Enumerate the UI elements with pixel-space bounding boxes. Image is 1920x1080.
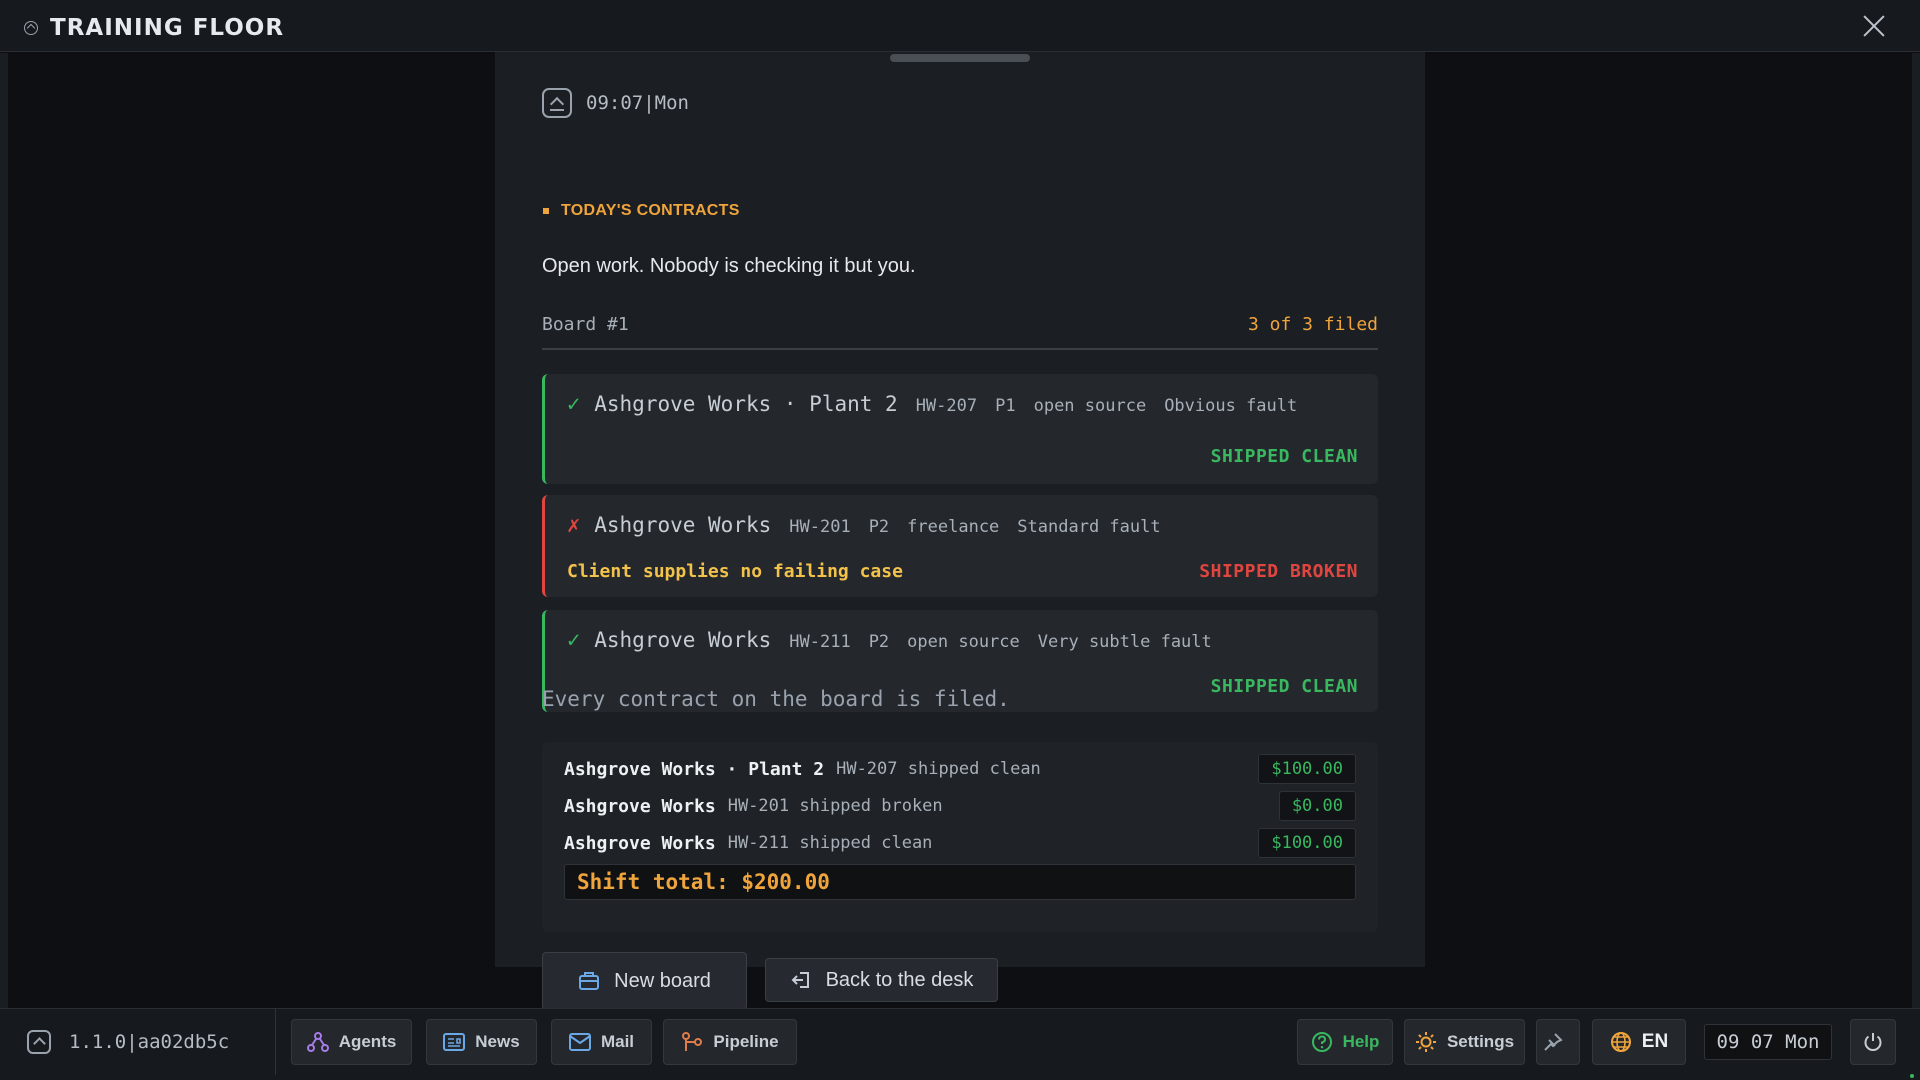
- power-icon: [1864, 1033, 1882, 1051]
- app-logo-icon: [24, 21, 38, 35]
- sun-settings-icon: [1415, 1032, 1436, 1052]
- cross-icon: ✗: [567, 513, 581, 538]
- ledger-desc: HW-201 shipped broken: [727, 796, 943, 816]
- contract-head: ✗ Ashgrove Works HW-201 P2 freelance Sta…: [567, 513, 1179, 538]
- version-label: 1.1.0|aa02db5c: [69, 1031, 230, 1053]
- section-tag: TODAY'S CONTRACTS: [543, 202, 740, 220]
- exit-arrow-icon: [791, 972, 809, 988]
- contract-priority: P2: [868, 632, 890, 652]
- contract-head: ✓ Ashgrove Works HW-211 P2 open source V…: [567, 628, 1230, 653]
- check-icon: ✓: [567, 392, 581, 417]
- shift-ledger: Ashgrove Works · Plant 2 HW-207 shipped …: [542, 742, 1378, 932]
- ledger-amount: $0.00: [1278, 791, 1356, 821]
- pipeline-label: Pipeline: [713, 1032, 779, 1051]
- contract-priority: P1: [995, 396, 1016, 416]
- check-icon: ✓: [567, 628, 581, 653]
- board-count: 3 of 3 filed: [1247, 314, 1378, 335]
- mail-icon: [568, 1033, 591, 1051]
- contract-kind: freelance: [907, 517, 1000, 537]
- globe-icon: [1610, 1032, 1631, 1052]
- agents-button[interactable]: Agents: [291, 1019, 412, 1065]
- board-header: Board #1 3 of 3 filed: [542, 310, 1378, 350]
- language-label: EN: [1641, 1031, 1669, 1052]
- ledger-desc: HW-207 shipped clean: [836, 759, 1041, 779]
- contract-note: Client supplies no failing case: [567, 561, 903, 582]
- contracts-panel: 09:07|Mon TODAY'S CONTRACTS Open work. N…: [495, 52, 1425, 967]
- help-button[interactable]: Help: [1297, 1019, 1393, 1065]
- app-logo-icon: [542, 88, 572, 118]
- contract-kind: open source: [907, 632, 1020, 652]
- contract-ticket: HW-207: [915, 396, 978, 416]
- panel-time: 09:07|Mon: [586, 92, 689, 114]
- contract-fault: Very subtle fault: [1037, 632, 1212, 652]
- app-logo-icon: [27, 1030, 51, 1054]
- new-board-label: New board: [614, 969, 711, 992]
- intro-text: Open work. Nobody is checking it but you…: [542, 255, 916, 277]
- contract-fault: Standard fault: [1017, 517, 1161, 537]
- ledger-row: Ashgrove Works HW-211 shipped clean $100…: [564, 828, 1356, 858]
- right-edge: [1912, 53, 1920, 1008]
- pipeline-button[interactable]: Pipeline: [663, 1019, 797, 1065]
- briefcase-icon: [579, 972, 600, 990]
- news-button[interactable]: News: [426, 1019, 537, 1065]
- title-bar: TRAINING FLOOR: [0, 0, 1920, 52]
- pin-button[interactable]: [1536, 1019, 1580, 1065]
- help-icon: [1311, 1032, 1332, 1052]
- mail-label: Mail: [600, 1032, 635, 1051]
- contract-client: Ashgrove Works · Plant 2: [594, 392, 898, 416]
- square-bullet-icon: [543, 208, 549, 214]
- left-edge: [0, 53, 8, 1008]
- pin-icon: [1544, 1033, 1563, 1051]
- ledger-amount: $100.00: [1258, 828, 1356, 858]
- mail-button[interactable]: Mail: [551, 1019, 652, 1065]
- done-line: Every contract on the board is filed.: [542, 687, 1010, 711]
- agents-icon: [306, 1032, 329, 1052]
- back-to-desk-button[interactable]: Back to the desk: [765, 958, 998, 1002]
- ledger-desc: HW-211 shipped clean: [727, 833, 933, 853]
- panel-clock: 09:07|Mon: [542, 88, 689, 118]
- contract-ticket: HW-211: [789, 632, 851, 652]
- contract-client: Ashgrove Works: [594, 628, 772, 652]
- ledger-amount: $100.00: [1258, 754, 1356, 784]
- ledger-client: Ashgrove Works · Plant 2: [564, 758, 825, 780]
- shift-total: Shift total: $200.00: [564, 864, 1356, 900]
- settings-label: Settings: [1446, 1032, 1515, 1051]
- contract-status: SHIPPED CLEAN: [1210, 676, 1358, 697]
- contract-priority: P2: [868, 517, 890, 537]
- drag-handle[interactable]: [890, 54, 1030, 62]
- status-clock: 09 07 Mon: [1704, 1024, 1832, 1060]
- section-tag-label: TODAY'S CONTRACTS: [561, 202, 740, 219]
- contract-card[interactable]: ✓ Ashgrove Works · Plant 2 HW-207 P1 ope…: [542, 374, 1378, 484]
- settings-button[interactable]: Settings: [1404, 1019, 1525, 1065]
- contract-status: SHIPPED BROKEN: [1199, 561, 1358, 582]
- new-board-button[interactable]: New board: [542, 952, 747, 1010]
- contract-head: ✓ Ashgrove Works · Plant 2 HW-207 P1 ope…: [567, 392, 1315, 417]
- help-label: Help: [1342, 1032, 1380, 1051]
- window-title: TRAINING FLOOR: [50, 15, 285, 41]
- language-button[interactable]: EN: [1592, 1019, 1686, 1065]
- contract-kind: open source: [1033, 396, 1147, 416]
- ledger-client: Ashgrove Works: [564, 795, 716, 817]
- newspaper-icon: [443, 1033, 466, 1051]
- contract-ticket: HW-201: [789, 517, 851, 537]
- contract-fault: Obvious fault: [1164, 396, 1298, 416]
- ledger-row: Ashgrove Works HW-201 shipped broken $0.…: [564, 791, 1356, 821]
- ledger-row: Ashgrove Works · Plant 2 HW-207 shipped …: [564, 754, 1356, 784]
- bottom-bar: 1.1.0|aa02db5c Agents News Mail Pipeline: [0, 1008, 1920, 1080]
- agents-label: Agents: [338, 1032, 397, 1051]
- news-label: News: [475, 1032, 520, 1051]
- contract-status: SHIPPED CLEAN: [1210, 446, 1358, 467]
- divider: [275, 1009, 276, 1075]
- contract-card[interactable]: ✗ Ashgrove Works HW-201 P2 freelance Sta…: [542, 495, 1378, 597]
- ledger-client: Ashgrove Works: [564, 832, 716, 854]
- close-icon[interactable]: [1862, 14, 1886, 38]
- back-to-desk-label: Back to the desk: [825, 968, 974, 991]
- board-label: Board #1: [542, 314, 629, 335]
- contract-client: Ashgrove Works: [594, 513, 772, 537]
- status-dot: [1910, 1074, 1914, 1078]
- pipeline-icon: [682, 1032, 703, 1051]
- power-button[interactable]: [1850, 1019, 1896, 1065]
